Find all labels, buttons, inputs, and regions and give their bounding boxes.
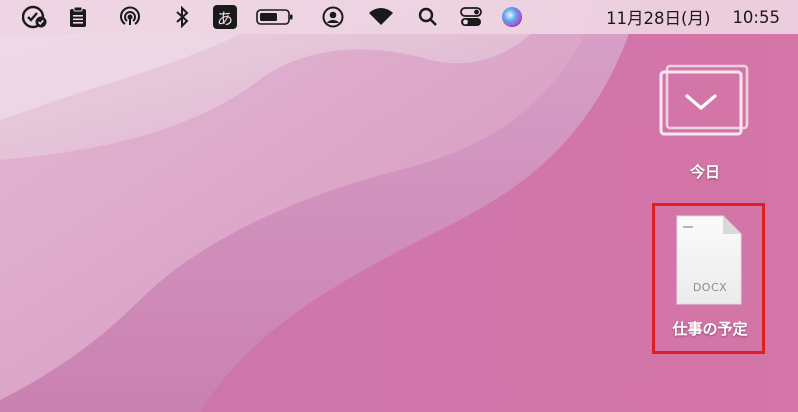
menu-bar-clock[interactable]: 11月28日(月) 10:55 xyxy=(606,0,780,34)
clipboard-icon[interactable] xyxy=(50,0,106,34)
input-method-label: あ xyxy=(213,5,237,29)
file-label: 仕事の予定 xyxy=(672,320,748,338)
airdrop-icon[interactable] xyxy=(106,0,154,34)
checklist-badge-icon[interactable] xyxy=(20,0,50,34)
stack-folder-icon xyxy=(659,64,749,136)
file-extension-badge: DOCX xyxy=(692,281,728,294)
input-method-icon[interactable]: あ xyxy=(210,0,240,34)
bluetooth-icon[interactable] xyxy=(154,0,210,34)
date-text: 11月28日(月) xyxy=(606,9,711,28)
wifi-icon[interactable] xyxy=(356,0,406,34)
time-text: 10:55 xyxy=(732,7,780,27)
user-account-icon[interactable] xyxy=(310,0,356,34)
desktop: あ 11月28日(月) 10:55 今日 DOCX 仕事の予定 xyxy=(0,0,798,412)
stack-label: 今日 xyxy=(689,163,720,181)
docx-file-icon: DOCX xyxy=(655,210,765,310)
search-icon[interactable] xyxy=(406,0,450,34)
control-center-icon[interactable] xyxy=(450,0,492,34)
desktop-stack-today[interactable]: 今日 xyxy=(650,62,760,182)
siri-icon[interactable] xyxy=(492,0,532,34)
desktop-file-docx[interactable]: DOCX 仕事の予定 xyxy=(655,210,765,339)
battery-icon[interactable] xyxy=(240,0,310,34)
